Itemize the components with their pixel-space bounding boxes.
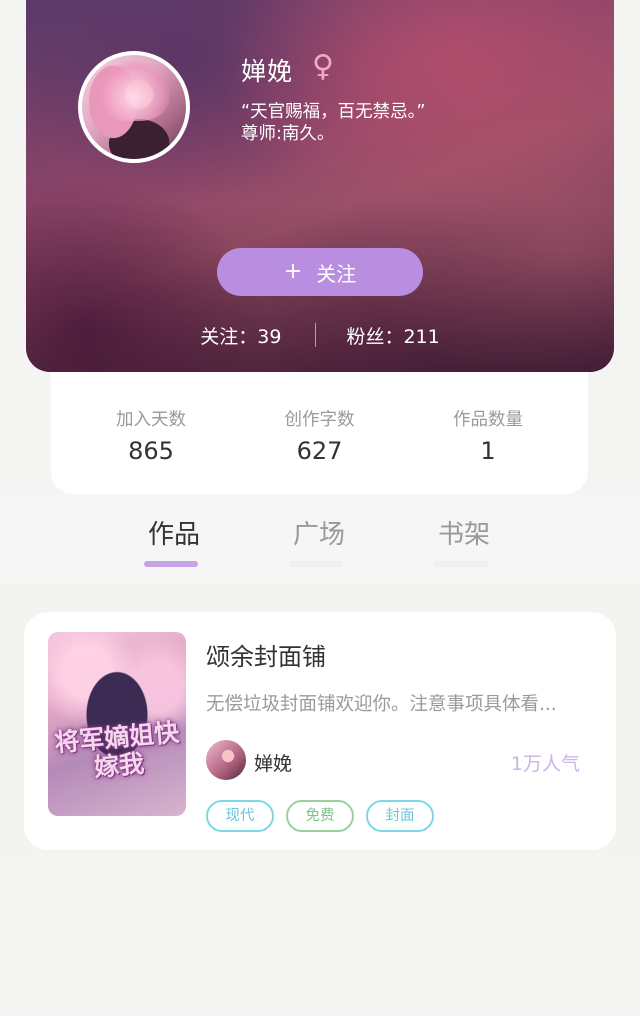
tab-label: 广场 xyxy=(292,520,345,550)
stats-divider xyxy=(315,323,317,347)
tab-indicator xyxy=(144,561,198,567)
stat-value: 1 xyxy=(480,437,496,465)
following-count[interactable]: 关注：39 xyxy=(200,322,281,349)
follow-button[interactable]: + 关注 xyxy=(217,248,423,296)
bio-line-2: 尊师:南久。 xyxy=(241,124,335,144)
tab-bar: 作品 广场 书架 xyxy=(0,494,640,584)
followers-count[interactable]: 粉丝：211 xyxy=(346,322,439,349)
stats-card: 加入天数 865 创作字数 627 作品数量 1 xyxy=(51,372,588,494)
work-title[interactable]: 颂余封面铺 xyxy=(206,637,326,672)
username: 婵娩 xyxy=(241,57,294,86)
plus-icon: + xyxy=(283,259,303,284)
tab-indicator xyxy=(289,561,343,567)
tag-free[interactable]: 免费 xyxy=(286,800,354,832)
stat-label: 作品数量 xyxy=(453,410,523,430)
stat-label: 创作字数 xyxy=(284,410,355,430)
profile-header: 婵娩 ♀ “天官赐福，百无禁忌。” 尊师:南久。 + 关注 关注：39 粉丝：2… xyxy=(26,0,614,372)
tab-indicator xyxy=(434,561,488,567)
stat-word-count: 创作字数 627 xyxy=(270,372,370,494)
tag-modern[interactable]: 现代 xyxy=(206,800,274,832)
female-icon: ♀ xyxy=(312,49,334,84)
tab-square[interactable]: 广场 xyxy=(279,514,359,567)
work-card[interactable]: 将军嫡姐快嫁我 颂余封面铺 无偿垃圾封面铺欢迎你。注意事项具体看... 婵娩 1… xyxy=(24,612,616,850)
bio: “天官赐福，百无禁忌。” 尊师:南久。 xyxy=(241,101,541,145)
works-list: 将军嫡姐快嫁我 颂余封面铺 无偿垃圾封面铺欢迎你。注意事项具体看... 婵娩 1… xyxy=(0,584,640,854)
follow-label: 关注 xyxy=(316,261,357,286)
stat-value: 627 xyxy=(296,437,343,465)
tag-cover[interactable]: 封面 xyxy=(366,800,434,832)
popularity-count: 1万人气 xyxy=(510,753,580,775)
work-description: 无偿垃圾封面铺欢迎你。注意事项具体看... xyxy=(206,694,557,715)
stat-value: 865 xyxy=(128,437,174,465)
bio-line-1: “天官赐福，百无禁忌。” xyxy=(241,102,426,122)
stat-works-count: 作品数量 1 xyxy=(438,372,538,494)
stat-label: 加入天数 xyxy=(116,410,186,430)
tab-bookshelf[interactable]: 书架 xyxy=(424,514,504,567)
stat-join-days: 加入天数 865 xyxy=(101,372,201,494)
tab-works[interactable]: 作品 xyxy=(134,514,214,567)
tab-label: 作品 xyxy=(147,520,200,550)
author-name[interactable]: 婵娩 xyxy=(254,749,292,776)
tab-label: 书架 xyxy=(437,520,490,550)
avatar[interactable] xyxy=(78,51,190,163)
cover-title: 将军嫡姐快嫁我 xyxy=(53,717,181,783)
follow-stats: 关注：39 粉丝：211 xyxy=(26,320,614,350)
book-cover[interactable]: 将军嫡姐快嫁我 xyxy=(48,632,186,816)
author-avatar[interactable] xyxy=(206,740,246,780)
